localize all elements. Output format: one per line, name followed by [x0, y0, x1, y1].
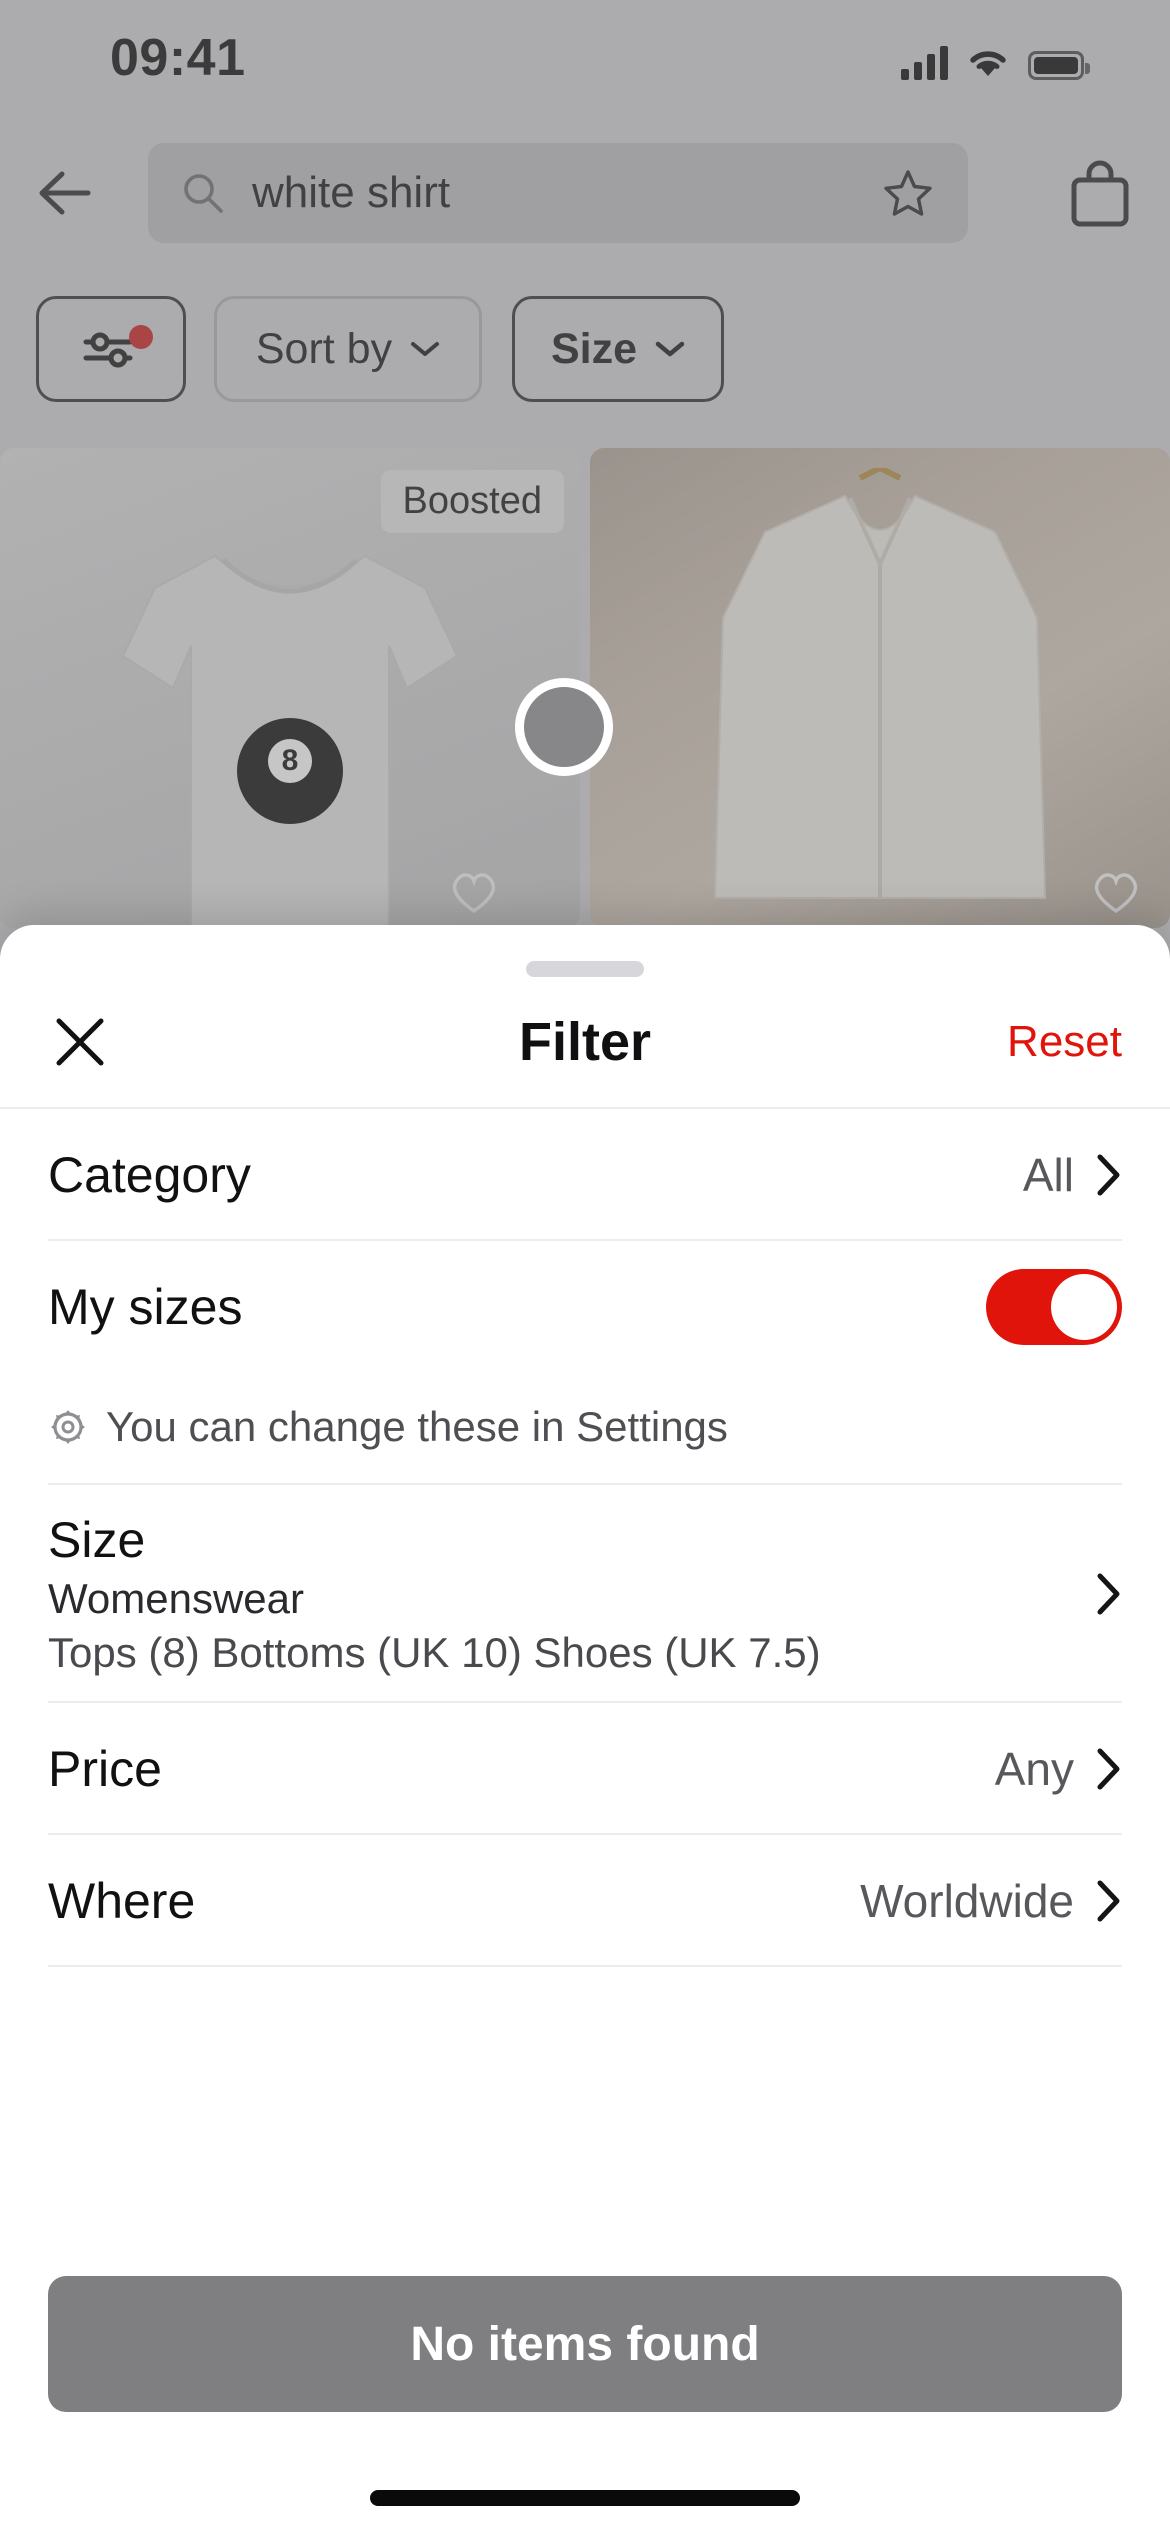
product-card[interactable] — [590, 448, 1170, 928]
filter-row-label: My sizes — [48, 1279, 243, 1335]
filter-chip-bar: Sort by Size — [0, 296, 1170, 424]
status-bar-time: 09:41 — [110, 29, 246, 87]
close-icon[interactable] — [44, 1006, 116, 1078]
filter-row-label: Price — [48, 1741, 162, 1797]
filter-row-size[interactable]: Size Womenswear Tops (8) Bottoms (UK 10)… — [0, 1485, 1170, 1703]
sort-by-chip[interactable]: Sort by — [214, 296, 482, 402]
filter-button[interactable] — [36, 296, 186, 402]
filter-row-label: Size — [48, 1512, 146, 1568]
filter-row-my-sizes[interactable]: My sizes — [0, 1241, 1170, 1373]
heart-icon[interactable] — [1090, 868, 1142, 914]
loading-spinner — [515, 678, 613, 776]
heart-icon[interactable] — [448, 868, 500, 914]
settings-hint-text: You can change these in Settings — [106, 1403, 728, 1450]
product-card[interactable]: Boosted — [0, 448, 580, 928]
size-row-detail: Tops (8) Bottoms (UK 10) Shoes (UK 7.5) — [48, 1629, 821, 1676]
filter-row-value: Any — [994, 1743, 1074, 1795]
filter-row-label: Category — [48, 1147, 251, 1203]
shopping-bag-icon[interactable] — [1060, 154, 1140, 234]
phone-screen: 09:41 white shirt Sort by Size 8 Boosted… — [0, 0, 1170, 2532]
boosted-badge: Boosted — [380, 470, 564, 533]
my-sizes-toggle[interactable] — [986, 1269, 1122, 1345]
chevron-down-icon — [411, 342, 440, 356]
eight-ball-graphic — [237, 718, 343, 824]
home-indicator — [370, 2490, 800, 2506]
battery-full-icon — [1028, 51, 1090, 80]
size-chip[interactable]: Size — [512, 296, 724, 402]
filter-bottom-sheet: Filter Reset Category All My sizes You c… — [0, 925, 1170, 2532]
apply-filters-button[interactable]: No items found — [48, 2276, 1122, 2412]
chevron-right-icon — [1097, 1748, 1120, 1790]
sheet-header: Filter Reset — [0, 977, 1170, 1109]
product-image-shirt — [713, 468, 1047, 899]
filter-row-label: Where — [48, 1873, 196, 1929]
page-title: Filter — [518, 1012, 652, 1072]
gear-icon — [51, 1410, 85, 1444]
star-icon[interactable] — [882, 167, 934, 219]
filter-row-trailing: All — [1023, 1148, 1122, 1202]
search-header: white shirt — [0, 140, 1170, 250]
filter-row-trailing: Any — [995, 1742, 1122, 1796]
sort-by-label: Sort by — [255, 324, 393, 373]
chevron-right-icon — [1097, 1880, 1120, 1922]
cellular-bars-icon — [901, 46, 948, 80]
filter-row-price[interactable]: Price Any — [0, 1703, 1170, 1835]
status-bar-indicators — [901, 38, 1090, 80]
size-chip-label: Size — [550, 324, 638, 373]
filter-row-where[interactable]: Where Worldwide — [0, 1835, 1170, 1967]
toggle-knob — [1051, 1274, 1117, 1340]
filter-options-list: Category All My sizes You can change the… — [0, 1109, 1170, 2276]
search-query-text: white shirt — [252, 168, 451, 217]
search-icon — [184, 174, 223, 213]
back-arrow-icon[interactable] — [22, 150, 108, 236]
chevron-right-icon — [1097, 1573, 1120, 1615]
filter-active-badge — [129, 325, 153, 349]
reset-button[interactable]: Reset — [1007, 1017, 1122, 1067]
search-input[interactable]: white shirt — [148, 143, 968, 243]
filter-row-trailing: Worldwide — [860, 1874, 1122, 1928]
size-row-text: Size Womenswear Tops (8) Bottoms (UK 10)… — [48, 1511, 821, 1677]
sheet-footer: No items found — [0, 2276, 1170, 2412]
filter-row-category[interactable]: Category All — [0, 1109, 1170, 1241]
filter-row-value: Worldwide — [860, 1875, 1074, 1927]
wifi-icon — [970, 51, 1006, 76]
drag-handle[interactable] — [526, 961, 644, 977]
size-row-subtitle: Womenswear — [48, 1575, 304, 1622]
chevron-down-icon — [655, 341, 685, 357]
filter-row-value: All — [1022, 1149, 1074, 1201]
settings-hint: You can change these in Settings — [0, 1373, 1170, 1485]
status-bar: 09:41 — [0, 0, 1170, 110]
chevron-right-icon — [1097, 1154, 1120, 1196]
